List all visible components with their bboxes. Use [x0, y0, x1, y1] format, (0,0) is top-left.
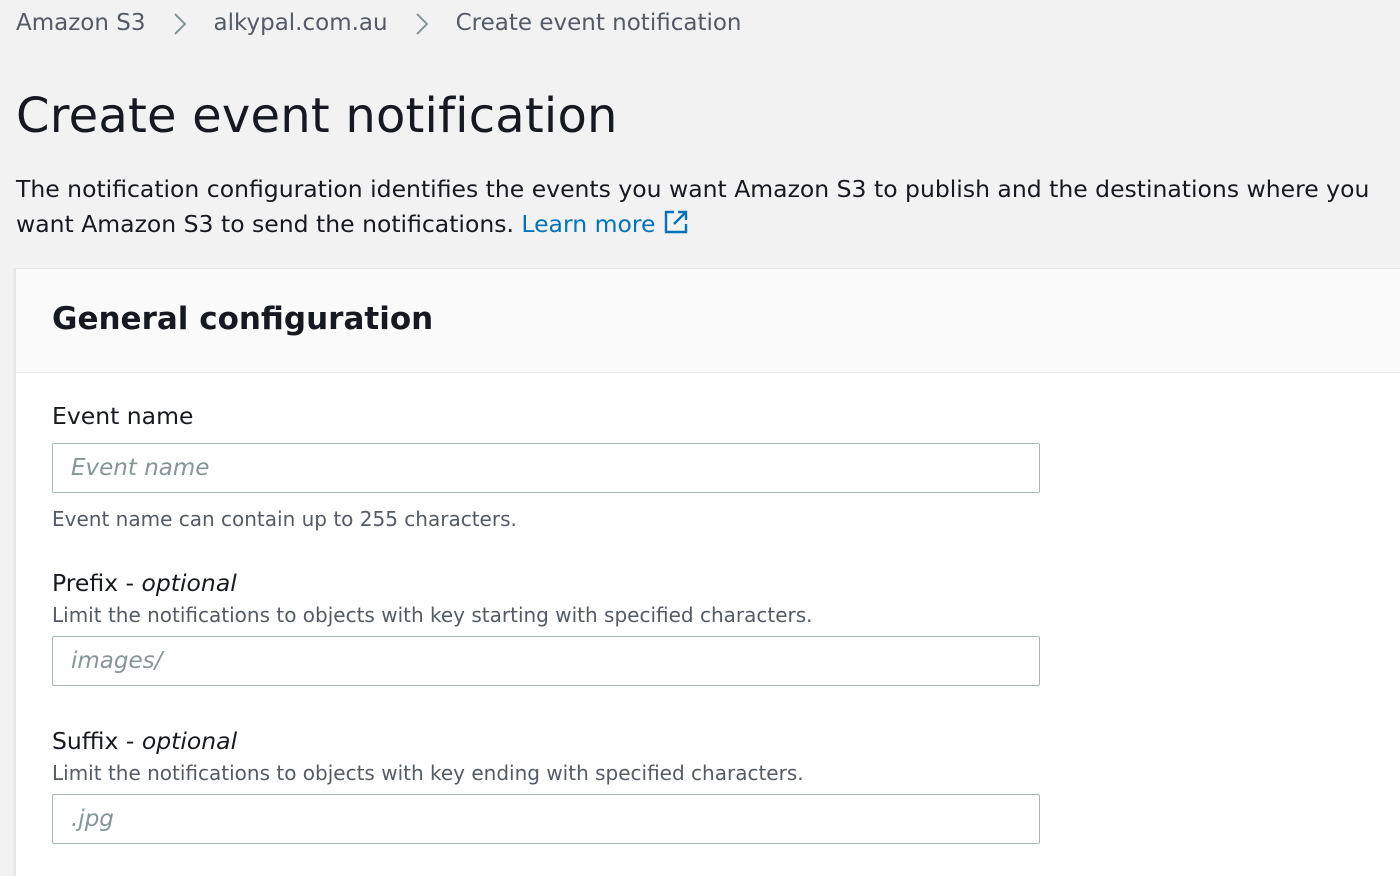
learn-more-link[interactable]: Learn more: [521, 210, 689, 238]
breadcrumb-current: Create event notification: [455, 10, 742, 36]
suffix-description: Limit the notifications to objects with …: [52, 761, 804, 785]
prefix-label-text: Prefix -: [52, 569, 135, 597]
chevron-right-icon: [408, 6, 436, 40]
suffix-input[interactable]: [52, 794, 1040, 844]
event-name-hint: Event name can contain up to 255 charact…: [52, 507, 517, 531]
panel-title: General configuration: [52, 301, 434, 337]
suffix-optional: optional: [141, 727, 238, 755]
breadcrumb-amazon-s3[interactable]: Amazon S3: [16, 10, 146, 36]
prefix-input[interactable]: [52, 636, 1040, 686]
general-configuration-panel: General configuration Event name Event n…: [14, 268, 1400, 876]
external-link-icon: [663, 209, 689, 245]
page: Amazon S3 alkypal.com.au Create event no…: [0, 0, 1400, 876]
event-name-input[interactable]: [52, 443, 1040, 493]
event-name-label: Event name: [52, 402, 194, 430]
breadcrumb-bucket[interactable]: alkypal.com.au: [214, 10, 388, 36]
prefix-label: Prefix - optional: [52, 569, 237, 597]
page-description: The notification configuration identifie…: [16, 172, 1386, 245]
suffix-label: Suffix - optional: [52, 727, 237, 755]
breadcrumb: Amazon S3 alkypal.com.au Create event no…: [16, 6, 742, 40]
description-text: The notification configuration identifie…: [16, 175, 1370, 238]
panel-header: General configuration: [16, 269, 1400, 373]
suffix-label-text: Suffix -: [52, 727, 135, 755]
chevron-right-icon: [166, 6, 194, 40]
learn-more-label: Learn more: [521, 210, 656, 238]
prefix-description: Limit the notifications to objects with …: [52, 603, 813, 627]
prefix-optional: optional: [141, 569, 237, 597]
page-title: Create event notification: [16, 88, 618, 144]
